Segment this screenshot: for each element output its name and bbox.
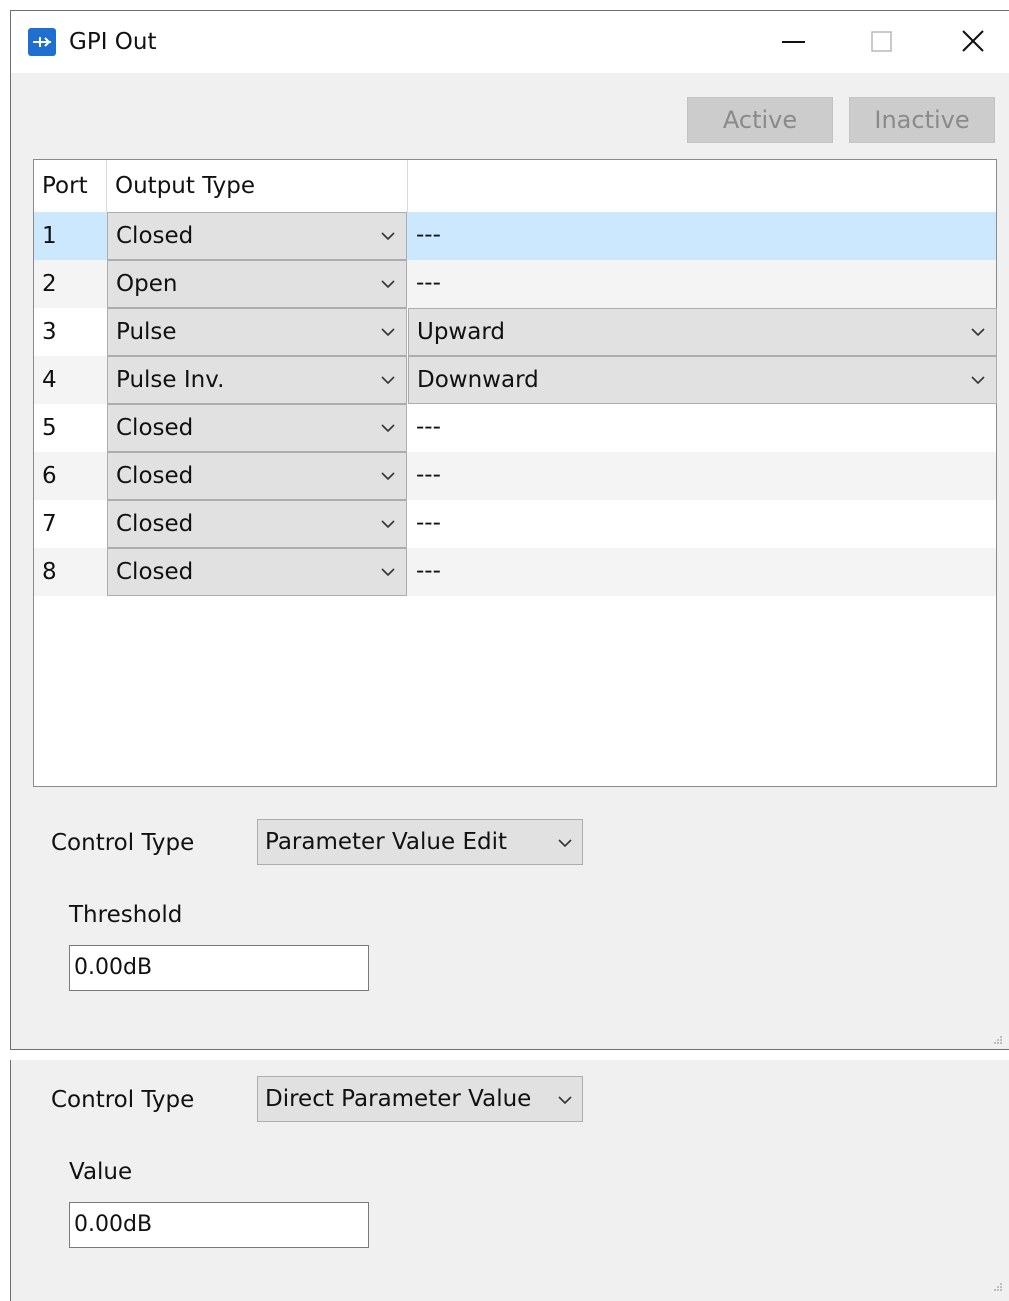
output-type-value: Closed xyxy=(116,559,194,585)
control-type-dropdown[interactable]: Direct Parameter Value xyxy=(257,1076,583,1122)
chevron-down-icon xyxy=(558,839,572,848)
port-output-grid: Port Output Type 1 Closed --- 2 Open ---… xyxy=(33,159,997,787)
port-number: 5 xyxy=(42,415,57,441)
column-header-output-type: Output Type xyxy=(115,173,256,199)
threshold-label: Threshold xyxy=(69,902,183,928)
direction-value: --- xyxy=(416,222,441,248)
output-type-value: Pulse Inv. xyxy=(116,367,225,393)
active-button[interactable]: Active xyxy=(687,97,833,143)
chevron-down-icon xyxy=(381,328,395,337)
chevron-down-icon xyxy=(381,232,395,241)
pulse-direction-dropdown[interactable]: Downward xyxy=(408,356,997,404)
column-divider xyxy=(407,160,408,212)
value-label: Value xyxy=(69,1159,133,1185)
direction-value: --- xyxy=(416,270,441,296)
chevron-down-icon xyxy=(381,568,395,577)
direction-value: --- xyxy=(416,558,441,584)
chevron-down-icon xyxy=(558,1096,572,1105)
minimize-icon xyxy=(782,41,805,43)
port-number: 6 xyxy=(42,463,57,489)
pulse-direction-value: Downward xyxy=(417,367,539,393)
output-type-dropdown[interactable]: Open xyxy=(107,260,407,308)
close-button[interactable] xyxy=(927,11,1009,73)
control-type-label: Control Type xyxy=(51,1087,195,1113)
column-divider xyxy=(106,160,107,212)
control-type-value: Parameter Value Edit xyxy=(265,829,507,855)
output-type-dropdown[interactable]: Closed xyxy=(107,212,407,260)
chevron-down-icon xyxy=(381,376,395,385)
control-type-dropdown[interactable]: Parameter Value Edit xyxy=(257,819,583,865)
direction-value: --- xyxy=(416,414,441,440)
direction-value: --- xyxy=(416,510,441,536)
table-row[interactable]: 2 Open --- xyxy=(34,260,996,308)
output-type-dropdown[interactable]: Pulse Inv. xyxy=(107,356,407,404)
column-header-port: Port xyxy=(42,173,88,199)
output-type-value: Closed xyxy=(116,223,194,249)
output-type-value: Open xyxy=(116,271,178,297)
output-type-value: Closed xyxy=(116,463,194,489)
table-row[interactable]: 7 Closed --- xyxy=(34,500,996,548)
resize-grip-icon[interactable] xyxy=(993,1282,1003,1292)
port-number: 8 xyxy=(42,559,57,585)
table-row[interactable]: 5 Closed --- xyxy=(34,404,996,452)
table-row[interactable]: 4 Pulse Inv. Downward xyxy=(34,356,997,404)
control-type-value: Direct Parameter Value xyxy=(265,1086,532,1112)
gpi-plugin-icon xyxy=(28,28,56,56)
output-type-value: Closed xyxy=(116,511,194,537)
maximize-icon xyxy=(871,31,892,52)
port-number: 7 xyxy=(42,511,57,537)
table-row[interactable]: 6 Closed --- xyxy=(34,452,996,500)
table-row[interactable]: 1 Closed --- xyxy=(34,212,996,260)
port-number: 2 xyxy=(42,271,57,297)
chevron-down-icon xyxy=(381,424,395,433)
output-type-dropdown[interactable]: Closed xyxy=(107,404,407,452)
window-title: GPI Out xyxy=(69,29,157,55)
close-icon xyxy=(962,30,984,52)
value-value: 0.00dB xyxy=(74,1212,153,1237)
control-type-label: Control Type xyxy=(51,830,195,856)
chevron-down-icon xyxy=(381,520,395,529)
title-bar: GPI Out xyxy=(11,11,1009,73)
chevron-down-icon xyxy=(381,472,395,481)
output-type-value: Pulse xyxy=(116,319,177,345)
threshold-value: 0.00dB xyxy=(74,955,153,980)
gpi-out-window: GPI Out Active Inactive Port Output Type… xyxy=(10,10,1009,1050)
port-number: 4 xyxy=(42,367,57,393)
chevron-down-icon xyxy=(971,376,985,385)
pulse-direction-value: Upward xyxy=(417,319,505,345)
maximize-button[interactable] xyxy=(835,11,927,73)
port-number: 1 xyxy=(42,223,57,249)
table-row[interactable]: 3 Pulse Upward xyxy=(34,308,997,356)
table-row[interactable]: 8 Closed --- xyxy=(34,548,996,596)
output-type-dropdown[interactable]: Pulse xyxy=(107,308,407,356)
chevron-down-icon xyxy=(381,280,395,289)
threshold-input[interactable]: 0.00dB xyxy=(69,945,369,991)
direct-parameter-panel: Control Type Direct Parameter Value Valu… xyxy=(10,1060,1009,1301)
resize-grip-icon[interactable] xyxy=(993,1035,1003,1045)
pulse-direction-dropdown[interactable]: Upward xyxy=(408,308,997,356)
chevron-down-icon xyxy=(971,328,985,337)
port-number: 3 xyxy=(42,319,57,345)
output-type-dropdown[interactable]: Closed xyxy=(107,452,407,500)
output-type-dropdown[interactable]: Closed xyxy=(107,500,407,548)
minimize-button[interactable] xyxy=(747,11,839,73)
output-type-dropdown[interactable]: Closed xyxy=(107,548,407,596)
direction-value: --- xyxy=(416,462,441,488)
value-input[interactable]: 0.00dB xyxy=(69,1202,369,1248)
inactive-button[interactable]: Inactive xyxy=(849,97,995,143)
output-type-value: Closed xyxy=(116,415,194,441)
